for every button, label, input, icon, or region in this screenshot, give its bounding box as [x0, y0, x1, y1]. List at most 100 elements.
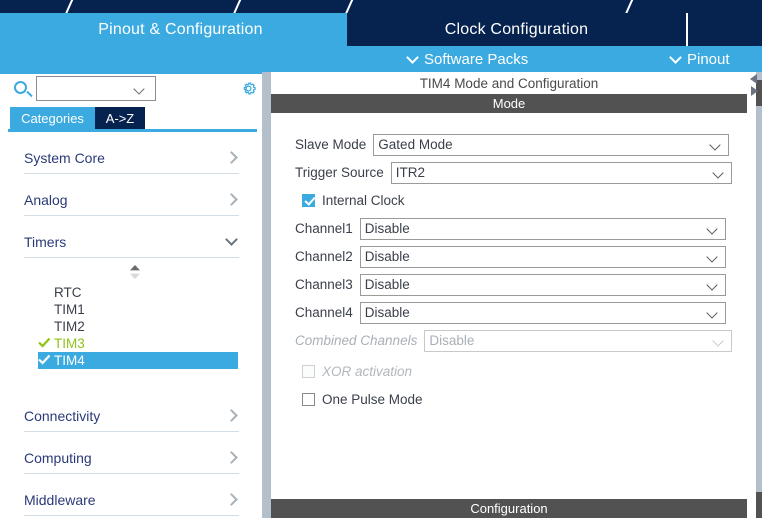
checkbox-box[interactable] [302, 193, 315, 207]
software-packs-menu[interactable]: Software Packs [406, 46, 529, 72]
field-channel3: Channel3 Disable [295, 273, 726, 296]
trigger-source-select[interactable]: ITR2 [390, 161, 732, 184]
tab-a-to-z[interactable]: A->Z [95, 107, 145, 129]
channel1-select[interactable]: Disable [359, 217, 726, 240]
chevron-down-icon [706, 222, 718, 235]
field-channel4: Channel4 Disable [295, 301, 726, 324]
field-label: Channel4 [295, 305, 353, 320]
slave-mode-select[interactable]: Gated Mode [373, 133, 730, 156]
sidebar-item-label: Timers [24, 233, 67, 250]
app-window: Pinout & Configuration Clock Configurati… [0, 0, 762, 518]
left-sidebar: Categories A->Z System Core Analog Timer… [0, 72, 262, 518]
tab-pinout-and-configuration[interactable]: Pinout & Configuration [14, 13, 347, 46]
tab-label: A->Z [105, 110, 135, 126]
field-label: Slave Mode [295, 137, 367, 152]
list-item-tim2[interactable]: TIM2 [38, 318, 238, 335]
select-value: Disable [364, 221, 410, 236]
field-label: Combined Channels [295, 333, 418, 348]
timer-list-spinner[interactable] [129, 264, 141, 280]
sidebar-item-analog[interactable]: Analog [24, 184, 239, 216]
list-item-tim3[interactable]: TIM3 [38, 335, 238, 352]
sidebar-item-label: System Core [24, 149, 105, 166]
sidebar-item-label: Computing [24, 449, 92, 466]
right-gutter-lane [747, 72, 756, 518]
tab-label: Clock Configuration [444, 20, 589, 38]
field-label: Channel2 [295, 249, 353, 264]
pinout-menu[interactable]: Pinout [669, 46, 730, 72]
select-value: Disable [364, 249, 410, 264]
channel2-select[interactable]: Disable [359, 245, 726, 268]
search-row [0, 76, 262, 104]
panel-collapse-nub-bottom[interactable] [756, 492, 762, 518]
tab-overflow[interactable] [688, 13, 762, 46]
checkbox-one-pulse-mode[interactable]: One Pulse Mode [302, 389, 423, 409]
list-item-label: TIM2 [54, 319, 85, 334]
select-value: Disable [364, 277, 410, 292]
field-label: Trigger Source [295, 165, 384, 180]
tab-label: Categories [21, 110, 84, 126]
chevron-right-icon [225, 451, 238, 464]
sidebar-item-computing[interactable]: Computing [24, 442, 239, 474]
field-label: Channel3 [295, 277, 353, 292]
sidebar-view-tabs: Categories A->Z [0, 107, 262, 129]
splitter-bottom-nub[interactable] [262, 492, 271, 518]
gear-icon[interactable] [239, 79, 258, 98]
checkbox-internal-clock[interactable]: Internal Clock [302, 190, 405, 210]
list-item-label: TIM3 [54, 336, 85, 351]
tab-categories[interactable]: Categories [10, 107, 95, 129]
sub-tool-bar: Software Packs Pinout [0, 46, 762, 72]
channel4-select[interactable]: Disable [359, 301, 726, 324]
decorative-slash [623, 0, 635, 13]
check-icon [38, 353, 54, 368]
configuration-panel: TIM4 Mode and Configuration Mode Slave M… [271, 72, 747, 518]
sidebar-top-rule [0, 72, 262, 74]
field-combined-channels: Combined Channels Disable [295, 329, 733, 352]
section-header-label: Configuration [470, 501, 548, 516]
collapse-left-icon[interactable] [748, 72, 760, 84]
search-icon[interactable] [14, 81, 27, 94]
chevron-right-icon [225, 151, 238, 164]
decorative-slash [63, 0, 75, 13]
list-item-rtc[interactable]: RTC [38, 284, 238, 301]
field-channel1: Channel1 Disable [295, 217, 726, 240]
list-item-tim1[interactable]: TIM1 [38, 301, 238, 318]
chevron-down-icon [709, 138, 721, 151]
select-value: Disable [364, 305, 410, 320]
sidebar-item-label: Connectivity [24, 407, 101, 424]
sidebar-item-label: Middleware [24, 491, 96, 508]
chevron-right-icon [225, 409, 238, 422]
collapse-right-icon[interactable] [748, 84, 760, 96]
field-slave-mode: Slave Mode Gated Mode [295, 133, 730, 156]
sidebar-item-label: Analog [24, 191, 68, 208]
search-input[interactable] [36, 76, 156, 101]
decorative-slash [231, 0, 243, 13]
main-tab-bar: Pinout & Configuration Clock Configurati… [0, 13, 762, 46]
list-item-tim4[interactable]: TIM4 [38, 352, 238, 369]
chevron-down-icon [706, 306, 718, 319]
section-header-mode: Mode [271, 94, 747, 113]
page-title: TIM4 Mode and Configuration [271, 72, 747, 94]
software-packs-label: Software Packs [424, 50, 529, 68]
list-item-label: TIM4 [54, 353, 85, 368]
sidebar-item-middleware[interactable]: Middleware [24, 484, 239, 516]
field-channel2: Channel2 Disable [295, 245, 726, 268]
chevron-down-icon [669, 50, 682, 64]
tab-clock-configuration[interactable]: Clock Configuration [347, 13, 686, 46]
select-value: Disable [429, 333, 475, 348]
checkbox-box[interactable] [302, 392, 315, 406]
channel3-select[interactable]: Disable [359, 273, 726, 296]
panel-splitter[interactable] [262, 72, 271, 518]
chevron-down-icon[interactable] [133, 83, 145, 95]
sidebar-item-system-core[interactable]: System Core [24, 142, 239, 174]
mode-form: Slave Mode Gated Mode Trigger Source ITR… [271, 113, 747, 495]
chevron-down-icon [406, 50, 419, 64]
sidebar-item-connectivity[interactable]: Connectivity [24, 400, 239, 432]
combined-channels-select: Disable [424, 329, 733, 352]
section-header-label: Mode [492, 96, 526, 111]
checkbox-box [302, 364, 315, 378]
chevron-right-icon [225, 193, 238, 206]
chevron-down-icon [225, 232, 238, 246]
sidebar-item-timers[interactable]: Timers [24, 226, 239, 258]
right-gutter [747, 72, 762, 518]
section-header-configuration: Configuration [271, 499, 747, 518]
